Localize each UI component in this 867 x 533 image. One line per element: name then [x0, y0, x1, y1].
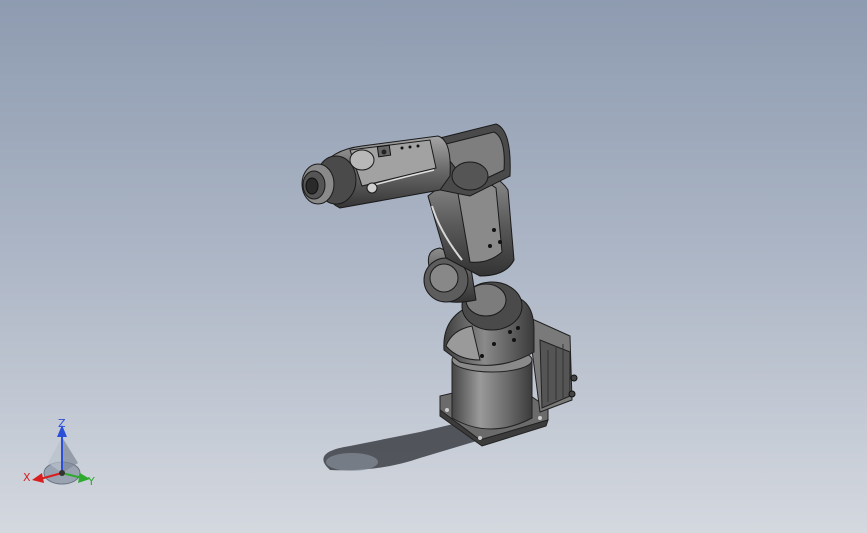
robot-arm-model[interactable] — [0, 0, 867, 533]
y-axis-label: Y — [87, 475, 95, 488]
x-axis-label: X — [23, 471, 31, 484]
graphics-viewport[interactable]: Z X Y — [0, 0, 867, 533]
z-axis-label: Z — [58, 417, 66, 430]
axis-triad: Z X Y — [23, 417, 95, 488]
connector-box[interactable] — [529, 317, 578, 413]
triad-origin — [59, 470, 65, 476]
wrist-flange[interactable] — [301, 155, 357, 205]
